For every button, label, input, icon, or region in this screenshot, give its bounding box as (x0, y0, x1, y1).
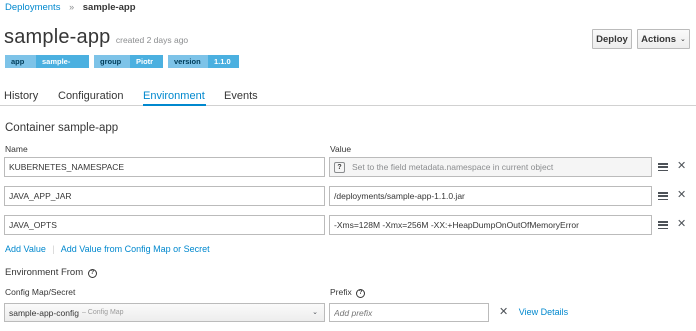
breadcrumb-separator: » (69, 2, 75, 12)
env-value-text: Set to the field metadata.namespace in c… (352, 162, 554, 172)
label-value: 1.1.0 (208, 55, 239, 68)
active-tab-indicator (143, 104, 206, 106)
drag-handle-icon[interactable] (658, 192, 668, 200)
config-map-select[interactable]: sample-app-config – Config Map ⌄ (4, 303, 325, 322)
breadcrumb-current: sample-app (82, 2, 136, 13)
page-title: sample-app (4, 26, 111, 48)
prefix-input[interactable] (329, 303, 489, 322)
drag-handle-icon[interactable] (658, 221, 668, 229)
label-key: version (168, 55, 208, 68)
add-value-link[interactable]: Add Value (5, 244, 46, 254)
breadcrumb: Deployments » sample-app (5, 2, 136, 13)
env-value-input[interactable]: ? Set to the field metadata.namespace in… (329, 157, 652, 177)
drag-handle-icon[interactable] (658, 163, 668, 171)
help-icon[interactable]: ? (334, 161, 345, 173)
selected-config-value: sample-app-config (9, 307, 79, 318)
link-separator: | (52, 244, 55, 254)
close-icon[interactable]: ✕ (677, 190, 686, 201)
chevron-down-icon: ⌄ (312, 309, 318, 316)
close-icon[interactable]: ✕ (677, 161, 686, 172)
created-timestamp: created 2 days ago (115, 35, 189, 45)
label-value: Piotr (130, 55, 163, 68)
env-value-input[interactable]: /deployments/sample-app-1.1.0.jar (329, 186, 652, 206)
env-name-input[interactable]: KUBERNETES_NAMESPACE (4, 157, 325, 177)
help-icon[interactable]: ? (87, 268, 97, 278)
title-row: sample-app created 2 days ago (4, 26, 188, 49)
environment-from-title: Environment From ? (5, 267, 97, 278)
help-icon[interactable]: ? (356, 288, 366, 298)
env-name-input[interactable]: JAVA_APP_JAR (4, 186, 325, 206)
label-group[interactable]: group Piotr (94, 55, 163, 68)
tab-events[interactable]: Events (224, 90, 258, 102)
env-value-input[interactable]: -Xms=128M -Xmx=256M -XX:+HeapDumpOnOutOf… (329, 215, 652, 235)
tab-bar: History Configuration Environment Events (0, 83, 696, 106)
deploy-button[interactable]: Deploy (592, 29, 632, 49)
label-version[interactable]: version 1.1.0 (168, 55, 239, 68)
actions-dropdown-button[interactable]: Actions ⌄ (637, 29, 690, 49)
deploy-button-label: Deploy (596, 33, 628, 45)
label-value: sample-app (36, 55, 89, 79)
close-icon[interactable]: ✕ (499, 306, 508, 318)
label-app[interactable]: app sample-app (5, 55, 89, 79)
env-name-input[interactable]: JAVA_OPTS (4, 215, 325, 235)
container-section-title: Container sample-app (5, 122, 119, 134)
selected-config-type: – Config Map (81, 309, 124, 316)
label-list: app sample-app group Piotr version 1.1.0 (5, 55, 239, 79)
view-details-link[interactable]: View Details (519, 307, 568, 317)
tab-environment[interactable]: Environment (143, 90, 205, 102)
view-details-group: ✕ View Details (499, 305, 568, 318)
tab-history[interactable]: History (4, 90, 38, 102)
label-key: group (94, 55, 130, 68)
label-key: app (5, 55, 36, 68)
prefix-header: Prefix ? (330, 287, 366, 298)
config-map-secret-header: Config Map/Secret (5, 287, 76, 297)
environment-from-label: Environment From (5, 267, 84, 278)
add-value-links: Add Value | Add Value from Config Map or… (5, 244, 210, 254)
tab-configuration[interactable]: Configuration (58, 90, 123, 102)
add-value-from-config-link[interactable]: Add Value from Config Map or Secret (61, 244, 210, 254)
breadcrumb-deployments-link[interactable]: Deployments (5, 2, 60, 13)
close-icon[interactable]: ✕ (677, 219, 686, 230)
actions-button-label: Actions (641, 33, 676, 45)
value-column-header: Value (330, 144, 352, 154)
name-column-header: Name (5, 144, 28, 154)
chevron-down-icon: ⌄ (679, 36, 686, 43)
prefix-header-label: Prefix (330, 287, 352, 297)
